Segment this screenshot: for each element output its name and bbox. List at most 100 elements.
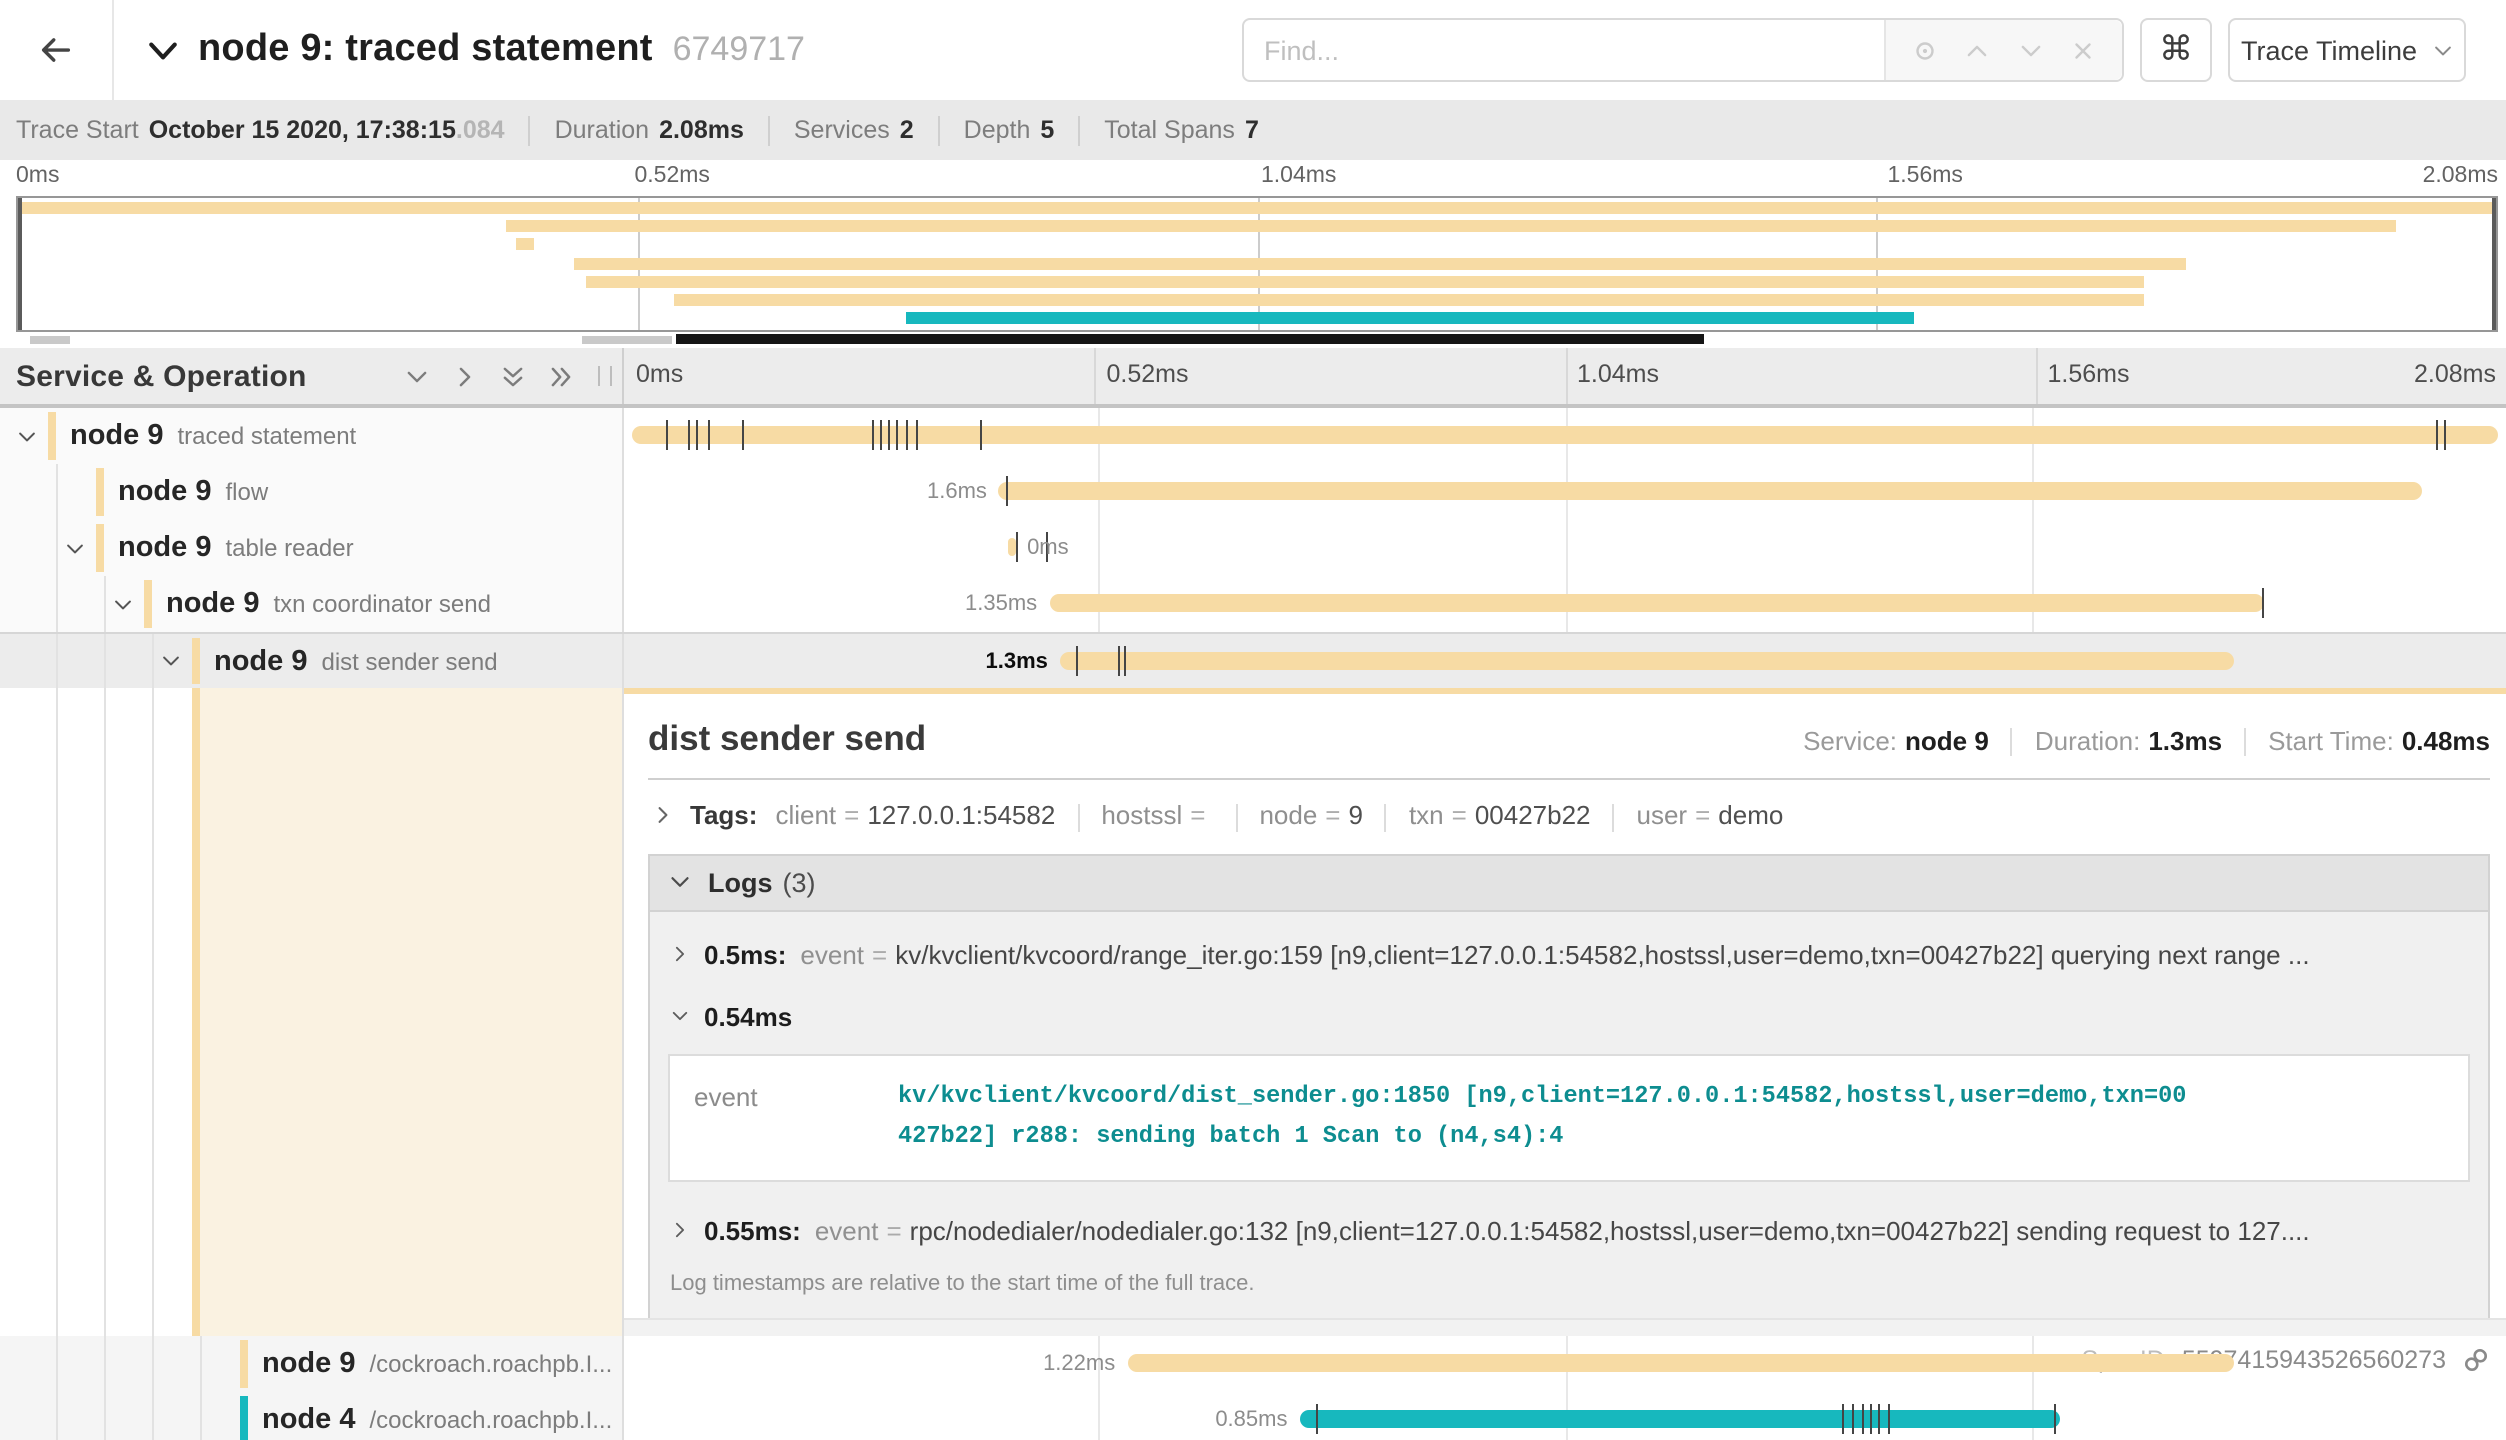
log-marker bbox=[897, 420, 899, 450]
span-bar[interactable] bbox=[632, 426, 2498, 444]
gridline bbox=[1565, 348, 1567, 404]
service-name: node 9 bbox=[262, 1348, 355, 1380]
span-row-name[interactable]: node 9txn coordinator send bbox=[0, 576, 624, 632]
log-entry-collapsed[interactable]: 0.5ms: event = kv/kvclient/kvcoord/range… bbox=[666, 923, 2472, 985]
log-field-value: kv/kvclient/kvcoord/dist_sender.go:1850 … bbox=[898, 1075, 2186, 1158]
span-row-timeline[interactable]: 1.3ms bbox=[624, 634, 2506, 688]
minimap-span-bar bbox=[18, 202, 2496, 214]
chevron-down-icon[interactable] bbox=[64, 537, 86, 559]
span-row: node 9flow1.6ms bbox=[0, 464, 2506, 520]
span-detail-gutter bbox=[0, 688, 624, 1336]
indent-guide bbox=[152, 688, 154, 1336]
span-row-timeline[interactable]: 0.85ms bbox=[624, 1392, 2506, 1440]
span-row-timeline[interactable]: 1.22ms bbox=[624, 1336, 2506, 1392]
span-duration-label: 1.22ms bbox=[1043, 1352, 1115, 1376]
log-marker bbox=[889, 420, 891, 450]
span-row-name[interactable]: node 9/cockroach.roachpb.I... bbox=[0, 1336, 624, 1392]
scrubber-thumb[interactable] bbox=[677, 334, 1704, 344]
detail-info-label: Start Time: bbox=[2268, 726, 2394, 756]
span-color-bar bbox=[192, 688, 200, 1336]
trace-view-dropdown[interactable]: Trace Timeline bbox=[2228, 18, 2466, 82]
find-input[interactable] bbox=[1244, 20, 1884, 80]
chevron-up-icon[interactable] bbox=[1965, 37, 1991, 63]
close-icon[interactable] bbox=[2070, 37, 2096, 63]
span-bar[interactable] bbox=[1060, 652, 2233, 670]
operation-name: table reader bbox=[225, 534, 353, 562]
log-marker bbox=[1889, 1404, 1891, 1434]
detail-info-label: Duration: bbox=[2035, 726, 2141, 756]
divider bbox=[1077, 803, 1079, 831]
indent-guide bbox=[104, 688, 106, 1336]
logs-accordion-header[interactable]: Logs (3) bbox=[650, 855, 2488, 911]
log-key: event bbox=[800, 939, 864, 969]
chevron-down-icon[interactable] bbox=[404, 363, 430, 389]
minimap-tick-label: 1.04ms bbox=[1261, 164, 1336, 188]
detail-bottom-strip bbox=[624, 1318, 2506, 1336]
span-row-timeline[interactable]: 1.6ms bbox=[624, 464, 2506, 520]
scrubber-mark bbox=[30, 336, 70, 344]
operation-name: dist sender send bbox=[321, 647, 497, 675]
span-bar[interactable] bbox=[1049, 594, 2265, 612]
operation-name: flow bbox=[225, 478, 268, 506]
log-entry-expanded-header[interactable]: 0.54ms bbox=[666, 985, 2472, 1047]
indent-guide bbox=[56, 1336, 58, 1392]
chevron-down-icon[interactable] bbox=[16, 425, 38, 447]
keyboard-shortcuts-button[interactable]: ⌘ bbox=[2140, 18, 2212, 82]
page-title: node 9: traced statement bbox=[198, 28, 653, 72]
divider bbox=[1078, 115, 1080, 145]
minimap-drag-handle[interactable] bbox=[18, 198, 22, 330]
find-bar bbox=[1242, 18, 2124, 82]
divider bbox=[1385, 803, 1387, 831]
back-button[interactable] bbox=[0, 0, 114, 100]
span-bar[interactable] bbox=[1008, 538, 1015, 556]
chevron-down-icon[interactable] bbox=[160, 650, 182, 672]
chevron-down-icon[interactable] bbox=[2017, 37, 2043, 63]
service-name: node 9 bbox=[70, 420, 163, 452]
span-row-name[interactable]: node 4/cockroach.roachpb.I... bbox=[0, 1392, 624, 1440]
indent-guide bbox=[152, 1392, 154, 1440]
indent-guide bbox=[200, 1336, 202, 1392]
timeline-tick-label: 0.52ms bbox=[1107, 360, 1189, 388]
log-marker bbox=[2436, 420, 2438, 450]
span-row-timeline[interactable] bbox=[624, 408, 2506, 464]
trace-collapse-chevron-icon[interactable] bbox=[146, 33, 180, 67]
span-row-name[interactable]: node 9dist sender send bbox=[0, 634, 624, 688]
minimap-canvas[interactable] bbox=[16, 196, 2498, 332]
minimap-tick-label: 1.56ms bbox=[1888, 164, 1963, 188]
minimap-drag-handle[interactable] bbox=[2492, 198, 2496, 330]
indent-guide bbox=[56, 688, 58, 1336]
tag-item: node=9 bbox=[1259, 800, 1363, 830]
span-row-name[interactable]: node 9flow bbox=[0, 464, 624, 520]
log-marker bbox=[1879, 1404, 1881, 1434]
indent-guide bbox=[56, 634, 58, 688]
target-icon[interactable] bbox=[1912, 37, 1938, 63]
chevron-down-icon[interactable] bbox=[112, 593, 134, 615]
log-entry-collapsed[interactable]: 0.55ms: event = rpc/nodedialer/nodediale… bbox=[666, 1200, 2472, 1262]
tags-accordion[interactable]: Tags: client=127.0.0.1:54582hostssl=node… bbox=[648, 780, 2490, 853]
meta-item: Total Spans7 bbox=[1104, 116, 1259, 144]
log-marker bbox=[1852, 1404, 1854, 1434]
column-resize-grip[interactable] bbox=[598, 366, 612, 386]
span-bar[interactable] bbox=[999, 482, 2423, 500]
span-bar[interactable] bbox=[1299, 1410, 2059, 1428]
double-chevron-right-icon[interactable] bbox=[548, 363, 574, 389]
gridline bbox=[1095, 348, 1097, 404]
span-bar[interactable] bbox=[1127, 1354, 2233, 1372]
operation-name: /cockroach.roachpb.I... bbox=[369, 1406, 612, 1434]
span-row-timeline[interactable]: 0ms bbox=[624, 520, 2506, 576]
double-chevron-down-icon[interactable] bbox=[500, 363, 526, 389]
span-row-name[interactable]: node 9table reader bbox=[0, 520, 624, 576]
indent-guide bbox=[56, 520, 58, 576]
divider bbox=[1235, 803, 1237, 831]
chevron-right-icon[interactable] bbox=[452, 363, 478, 389]
span-row-name[interactable]: node 9 traced statement bbox=[0, 408, 624, 464]
span-rows-bottom: node 9/cockroach.roachpb.I... 1.22ms node … bbox=[0, 1336, 2506, 1440]
span-row-timeline[interactable]: 1.35ms bbox=[624, 576, 2506, 632]
minimap-scrubber[interactable] bbox=[0, 334, 2506, 346]
timeline-tick-label: 1.56ms bbox=[2048, 360, 2130, 388]
tags-label: Tags: bbox=[690, 801, 757, 831]
log-field-name: event bbox=[694, 1075, 898, 1158]
meta-item: Depth5 bbox=[964, 116, 1055, 144]
operation-name: traced statement bbox=[177, 422, 356, 450]
log-event-detail: event kv/kvclient/kvcoord/dist_sender.go… bbox=[668, 1053, 2470, 1182]
